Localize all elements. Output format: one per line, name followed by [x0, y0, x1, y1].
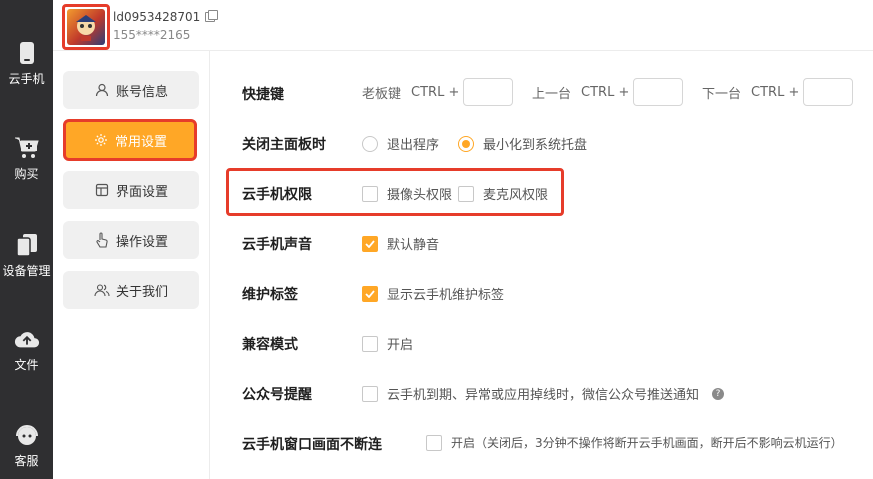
menu-interface-settings[interactable]: 界面设置: [63, 171, 199, 209]
wechat-label: 公众号提醒: [242, 387, 312, 403]
checkbox[interactable]: [426, 434, 442, 451]
menu-account-info[interactable]: 账号信息: [63, 71, 199, 109]
settings-menu: 账号信息 常用设置 界面设置 操作设置 关于我们: [53, 51, 210, 479]
user-icon: [94, 82, 110, 98]
nav-item-files[interactable]: 文件: [0, 326, 53, 373]
checkbox-label: 云手机到期、异常或应用掉线时，微信公众号推送通知: [387, 388, 700, 403]
hotkey-label: 快捷键: [242, 87, 284, 103]
cloud-upload-icon: [14, 326, 40, 352]
menu-label: 界面设置: [115, 184, 168, 200]
layout-icon: [94, 182, 110, 198]
menu-common-settings[interactable]: 常用设置: [63, 119, 197, 161]
maintenance-label: 维护标签: [242, 287, 298, 303]
checkbox-maintenance-tag[interactable]: 显示云手机维护标签: [362, 284, 504, 303]
radio-button[interactable]: [458, 135, 474, 152]
checkbox-label: 开启: [387, 338, 414, 353]
left-nav: 云手机 购买 设备管理 文件 客服: [0, 0, 53, 479]
user-id-row: ld0953428701: [113, 10, 219, 24]
hotkey-next-input[interactable]: [803, 78, 854, 106]
copy-icon[interactable]: [205, 10, 219, 22]
check-icon: [365, 239, 375, 248]
checkbox-keepalive[interactable]: 开启（关闭后，3分钟不操作将断开云手机画面，断开后不影响云机运行）: [426, 434, 843, 451]
avatar: [67, 9, 105, 45]
radio-button[interactable]: [362, 135, 378, 152]
devices-icon: [14, 232, 40, 258]
hotkey-ctrl: CTRL +: [581, 84, 630, 100]
menu-label: 操作设置: [115, 234, 168, 250]
checkbox-label: 摄像头权限: [387, 188, 453, 203]
nav-item-cloud-phone[interactable]: 云手机: [0, 40, 53, 87]
checkbox-default-mute[interactable]: 默认静音: [362, 234, 439, 253]
radio-label: 最小化到系统托盘: [483, 138, 588, 153]
nav-label: 客服: [14, 454, 39, 468]
permissions-label: 云手机权限: [242, 187, 312, 203]
checkbox[interactable]: [362, 335, 378, 352]
checkbox-label: 麦克风权限: [483, 188, 549, 203]
nav-label: 文件: [14, 358, 39, 372]
hotkey-name: 老板键: [362, 86, 402, 102]
hotkey-name: 下一台: [702, 86, 742, 102]
hand-icon: [94, 232, 110, 248]
radio-minimize-tray[interactable]: 最小化到系统托盘: [458, 134, 587, 153]
nav-item-support[interactable]: 客服: [0, 422, 53, 469]
checkbox[interactable]: [362, 185, 378, 202]
user-id: ld0953428701: [113, 10, 201, 24]
hotkey-ctrl: CTRL +: [751, 84, 800, 100]
user-phone: 155****2165: [113, 28, 191, 42]
hotkey-ctrl: CTRL +: [411, 84, 460, 100]
compat-label: 兼容模式: [242, 337, 298, 353]
keepalive-label: 云手机窗口画面不断连: [242, 437, 382, 453]
cart-icon: [14, 135, 40, 161]
checkbox-label: 开启（关闭后，3分钟不操作将断开云手机画面，断开后不影响云机运行）: [451, 436, 843, 450]
hotkey-previous: 上一台 CTRL +: [532, 78, 684, 106]
avatar-frame[interactable]: [62, 4, 110, 50]
sound-label: 云手机声音: [242, 237, 312, 253]
checkbox[interactable]: [362, 385, 378, 402]
hotkey-next: 下一台 CTRL +: [702, 78, 854, 106]
check-icon: [365, 289, 375, 298]
checkbox[interactable]: [458, 185, 474, 202]
hotkey-name: 上一台: [532, 86, 572, 102]
nav-label: 云手机: [8, 72, 45, 86]
menu-operation-settings[interactable]: 操作设置: [63, 221, 199, 259]
people-icon: [94, 282, 110, 298]
nav-item-buy[interactable]: 购买: [0, 135, 53, 182]
menu-label: 关于我们: [115, 284, 168, 300]
checkbox[interactable]: [362, 285, 378, 302]
checkbox-label: 默认静音: [387, 238, 440, 253]
hotkey-boss-key: 老板键 CTRL +: [362, 78, 514, 106]
menu-about-us[interactable]: 关于我们: [63, 271, 199, 309]
checkbox-microphone[interactable]: 麦克风权限: [458, 184, 548, 203]
checkbox-camera[interactable]: 摄像头权限: [362, 184, 452, 203]
gear-icon: [93, 132, 109, 148]
support-icon: [14, 422, 40, 448]
menu-label: 常用设置: [114, 134, 167, 150]
checkbox-label: 显示云手机维护标签: [387, 288, 505, 303]
nav-label: 设备管理: [2, 264, 51, 278]
nav-item-device-management[interactable]: 设备管理: [0, 232, 53, 279]
hotkey-boss-input[interactable]: [463, 78, 514, 106]
phone-icon: [14, 40, 40, 66]
help-icon[interactable]: ?: [712, 387, 725, 400]
menu-label: 账号信息: [115, 84, 168, 100]
checkbox[interactable]: [362, 235, 378, 252]
checkbox-wechat-notify[interactable]: 云手机到期、异常或应用掉线时，微信公众号推送通知 ?: [362, 384, 725, 403]
radio-exit-program[interactable]: 退出程序: [362, 134, 439, 153]
close-panel-label: 关闭主面板时: [242, 137, 326, 153]
checkbox-compat[interactable]: 开启: [362, 334, 413, 353]
radio-label: 退出程序: [387, 138, 440, 153]
nav-label: 购买: [14, 167, 39, 181]
hotkey-previous-input[interactable]: [633, 78, 684, 106]
